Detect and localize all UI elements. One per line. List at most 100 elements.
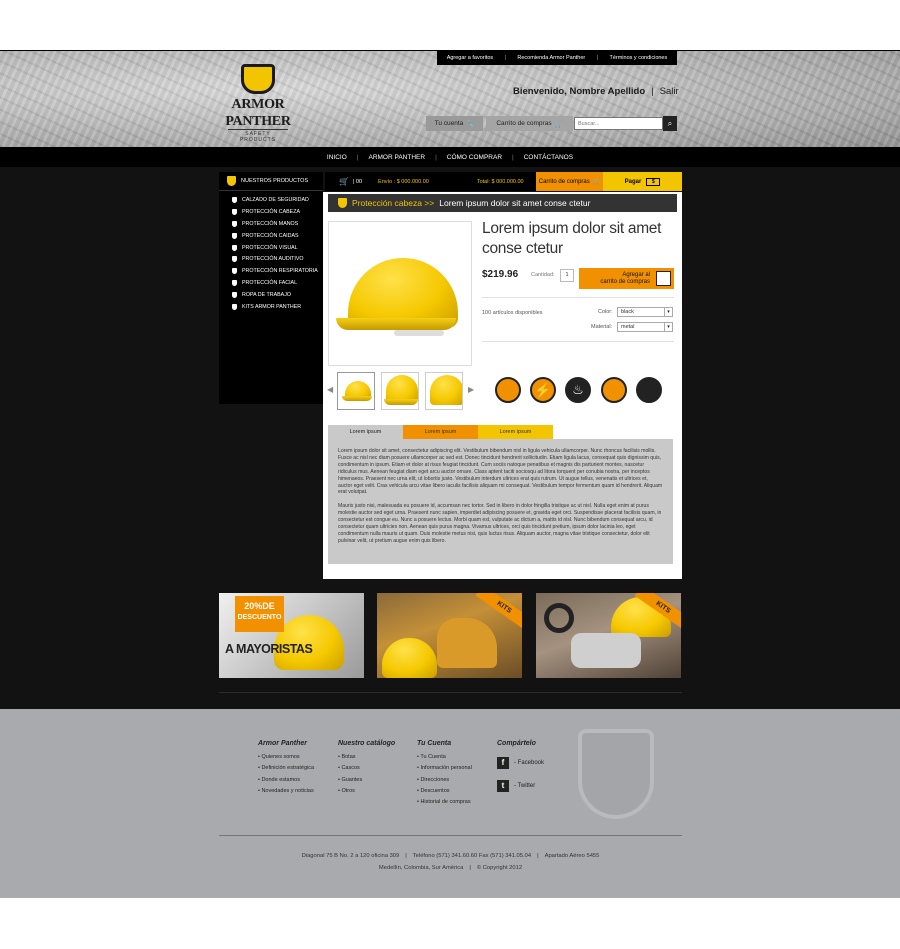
sidebar-item-respiratoria[interactable]: PROTECCIÓN RESPIRATORIA bbox=[219, 265, 323, 277]
phone: Teléfono (571) 341.60.60 Fax (571) 341.0… bbox=[412, 853, 532, 859]
chevron-down-icon: ▾ bbox=[664, 323, 672, 331]
tab-1[interactable]: Lorem ipsum bbox=[328, 425, 403, 439]
footer-col-title: Armor Panther bbox=[258, 740, 308, 747]
shield-bullet-icon bbox=[232, 232, 237, 239]
header-cart-button[interactable]: Carrito de compras 🛒 bbox=[486, 116, 573, 131]
account-button[interactable]: Tu cuenta 🔧 bbox=[426, 116, 483, 131]
nav-armor-panther[interactable]: ARMOR PANTHER bbox=[358, 154, 435, 161]
separator: | bbox=[504, 55, 506, 61]
sidebar-item-manos[interactable]: PROTECCIÓN MANOS bbox=[219, 218, 323, 230]
thumbnail-3[interactable] bbox=[425, 372, 463, 410]
shield-bullet-icon bbox=[232, 292, 237, 299]
footer-link[interactable]: • Direcciones bbox=[417, 777, 472, 788]
banner-wholesale[interactable]: 20%DE DESCUENTO A MAYORISTAS bbox=[219, 593, 364, 678]
footer-col-title: Tu Cuenta bbox=[417, 740, 452, 747]
link-terms[interactable]: Términos y condiciones bbox=[609, 55, 667, 61]
tab-2[interactable]: Lorem ipsum bbox=[403, 425, 478, 439]
twitter-icon: t bbox=[497, 780, 509, 792]
add-to-cart-label-2: carrito de compras bbox=[600, 278, 650, 285]
cart-qty: 🛒 | 00 bbox=[339, 177, 363, 186]
footer-link[interactable]: • Botas bbox=[338, 754, 395, 765]
sidebar-item-ropa[interactable]: ROPA DE TRABAJO bbox=[219, 289, 323, 301]
nav-inicio[interactable]: INICIO bbox=[317, 154, 357, 161]
product-main-image[interactable] bbox=[328, 221, 472, 366]
sidebar-item-cabeza[interactable]: PROTECCIÓN CABEZA bbox=[219, 206, 323, 218]
header-cart-label: Carrito de compras bbox=[496, 120, 552, 127]
search-input[interactable] bbox=[574, 117, 663, 130]
breadcrumb: Protección cabeza >> Lorem ipsum dolor s… bbox=[328, 194, 677, 212]
sidebar-item-facial[interactable]: PROTECCIÓN FACIAL bbox=[219, 277, 323, 289]
link-favorites[interactable]: Agregar a favoritos bbox=[447, 55, 493, 61]
thumbnail-1[interactable] bbox=[337, 372, 375, 410]
address: Diagonal 75 B No. 2 a 120 oficina 309 bbox=[301, 853, 400, 859]
sidebar-item-caidas[interactable]: PROTECCIÓN CAIDAS bbox=[219, 230, 323, 242]
bottom-margin bbox=[0, 898, 900, 949]
logo[interactable]: ARMOR PANTHER SAFETY PRODUCTS bbox=[222, 64, 294, 143]
search-icon: ⌕ bbox=[667, 119, 673, 128]
footer-divider bbox=[219, 835, 682, 836]
sidebar-item-visual[interactable]: PROTECCIÓN VISUAL bbox=[219, 242, 323, 254]
product-title: Lorem ipsum dolor sit amet conse ctetur bbox=[482, 220, 662, 257]
cart-summary-bar: 🛒 | 00 Envío : $ 000.000.00 Total: $ 000.… bbox=[325, 172, 682, 191]
shield-bullet-icon bbox=[232, 196, 237, 203]
logo-name-line2: PANTHER bbox=[225, 114, 291, 129]
banner-kit-gloves[interactable]: KITS bbox=[536, 593, 681, 678]
logout-link[interactable]: Salir bbox=[660, 86, 679, 97]
key-icon: 🔧 bbox=[466, 120, 475, 128]
footer-col-account: Tu Cuenta • Tu Cuenta • Información pers… bbox=[417, 740, 472, 810]
footer-link[interactable]: • Quienes somos bbox=[258, 754, 314, 765]
footer-link[interactable]: • Definición estratégica bbox=[258, 765, 314, 776]
banner-kit-boots[interactable]: KITS bbox=[377, 593, 522, 678]
boot-image bbox=[437, 618, 497, 668]
footer-link[interactable]: • Información personal bbox=[417, 765, 472, 776]
footer-link[interactable]: • Tu Cuenta bbox=[417, 754, 472, 765]
footer-col-title: Compártelo bbox=[497, 740, 536, 747]
color-select[interactable]: black ▾ bbox=[617, 307, 673, 317]
card-icon: $ bbox=[646, 177, 661, 186]
earmuffs-image bbox=[544, 603, 574, 633]
thumb-next-arrow-icon[interactable]: ▶ bbox=[468, 385, 474, 394]
footer-link[interactable]: • Descuentos bbox=[417, 788, 472, 799]
pay-button[interactable]: Pagar $ bbox=[603, 172, 682, 191]
thumb-prev-arrow-icon[interactable]: ◀ bbox=[327, 385, 333, 394]
thumbnail-2[interactable] bbox=[381, 372, 419, 410]
breadcrumb-current: Lorem ipsum dolor sit amet conse ctetur bbox=[439, 198, 591, 208]
shield-bullet-icon bbox=[232, 244, 237, 251]
panther-shield-watermark-icon bbox=[578, 729, 654, 819]
description-paragraph-1: Lorem ipsum dolor sit amet, consectetur … bbox=[338, 448, 663, 496]
cart-button[interactable]: Carrito de compras 🛒 bbox=[536, 172, 603, 191]
add-to-cart-button[interactable]: Agregar al carrito de compras bbox=[579, 268, 674, 289]
footer-col-armor-panther: Armor Panther • Quienes somos • Definici… bbox=[258, 740, 314, 799]
footer-link[interactable]: • Historial de compras bbox=[417, 799, 472, 810]
sidebar-item-auditivo[interactable]: PROTECCIÓN AUDITIVO bbox=[219, 253, 323, 265]
footer-link[interactable]: • Cascos bbox=[338, 765, 395, 776]
logo-tagline: SAFETY PRODUCTS bbox=[228, 129, 288, 143]
tab-3[interactable]: Lorem ipsum bbox=[478, 425, 553, 439]
shield-bullet-icon bbox=[232, 280, 237, 287]
nav-como-comprar[interactable]: CÓMO COMPRAR bbox=[437, 154, 512, 161]
nav-contactanos[interactable]: CONTÁCTANOS bbox=[514, 154, 583, 161]
sidebar-list: CALZADO DE SEGURIDAD PROTECCIÓN CABEZA P… bbox=[219, 191, 323, 313]
footer-link[interactable]: • Guantes bbox=[338, 777, 395, 788]
shield-bullet-icon bbox=[232, 220, 237, 227]
shield-bullet-icon bbox=[232, 208, 237, 215]
breadcrumb-category[interactable]: Protección cabeza >> bbox=[352, 198, 434, 208]
shield-bullet-icon bbox=[232, 268, 237, 275]
link-recommend[interactable]: Recomienda Armor Panther bbox=[517, 55, 585, 61]
quantity-input[interactable]: 1 bbox=[560, 269, 574, 282]
sidebar-item-calzado[interactable]: CALZADO DE SEGURIDAD bbox=[219, 194, 323, 206]
fire-icon: ♨ bbox=[565, 377, 591, 403]
page: Agregar a favoritos | Recomienda Armor P… bbox=[0, 0, 900, 949]
footer-link[interactable]: • Donde estamos bbox=[258, 777, 314, 788]
main-nav: INICIO | ARMOR PANTHER | CÓMO COMPRAR | … bbox=[0, 147, 900, 167]
sidebar-title: NUESTROS PRODUCTOS bbox=[219, 172, 323, 191]
search-button[interactable]: ⌕ bbox=[663, 116, 677, 131]
footer-link[interactable]: • Novedades y noticias bbox=[258, 788, 314, 799]
panther-shield-icon bbox=[241, 64, 275, 94]
footer-link[interactable]: • Otros bbox=[338, 788, 395, 799]
top-links: Agregar a favoritos | Recomienda Armor P… bbox=[437, 51, 677, 65]
facebook-link[interactable]: f- Facebook bbox=[497, 757, 577, 769]
sidebar-item-kits[interactable]: KITS ARMOR PANTHER bbox=[219, 301, 323, 313]
twitter-link[interactable]: t- Twitter bbox=[497, 780, 577, 792]
material-select[interactable]: metal ▾ bbox=[617, 322, 673, 332]
